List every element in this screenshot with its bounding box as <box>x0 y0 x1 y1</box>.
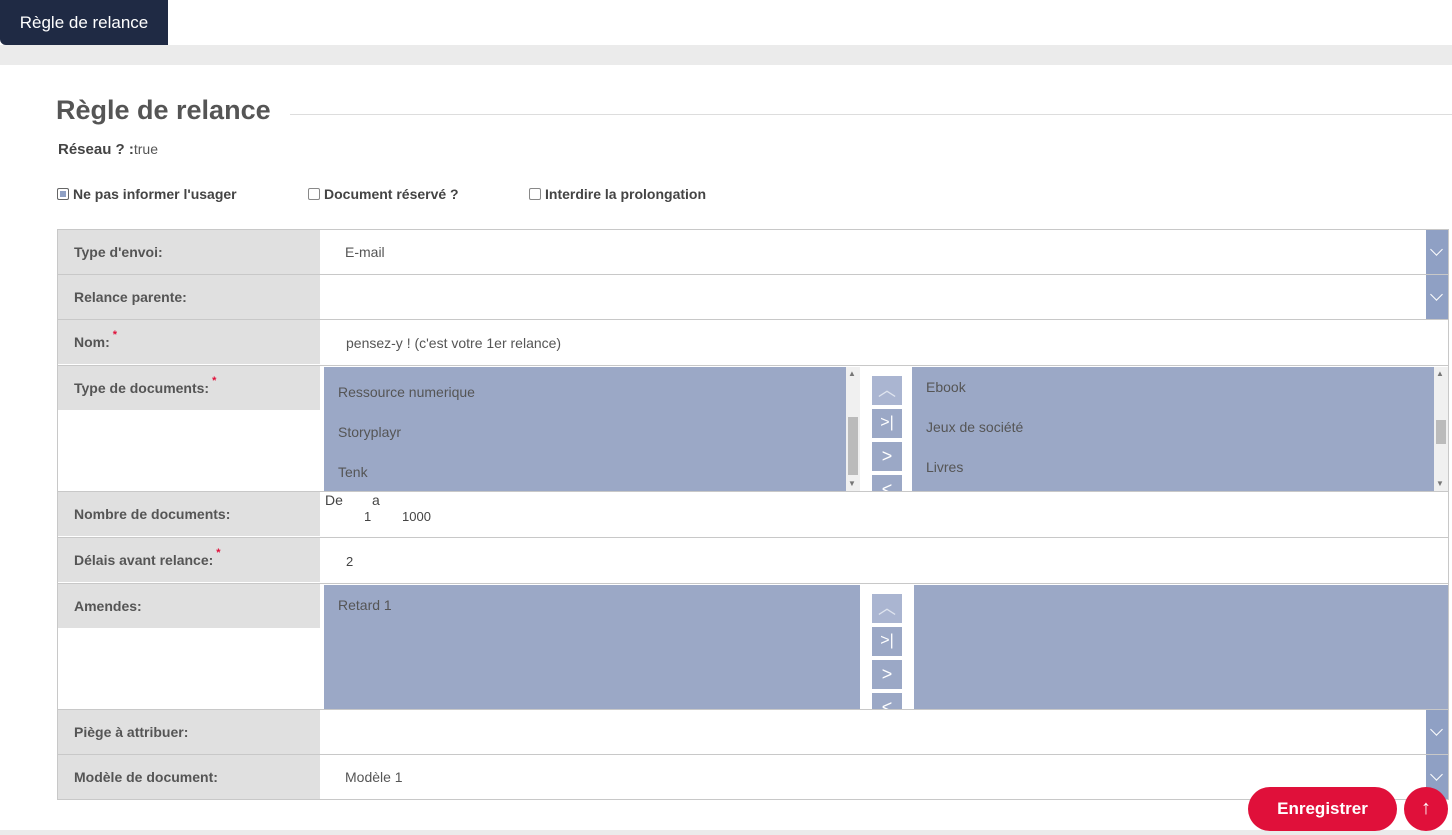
tab-regle-de-relance[interactable]: Règle de relance <box>0 0 168 45</box>
chevron-down-icon[interactable] <box>1426 230 1448 274</box>
list-item[interactable]: Ressource numerique <box>338 384 475 400</box>
reseau-value: true <box>133 141 158 157</box>
relance-parente-label: Relance parente: <box>58 275 320 319</box>
reseau-info: Réseau ? :true <box>58 141 158 158</box>
title-divider <box>290 114 1452 115</box>
chevron-left-icon[interactable]: < <box>872 475 902 491</box>
list-item[interactable]: Jeux de société <box>926 419 1023 435</box>
de-input[interactable]: 1 <box>364 509 371 524</box>
delais-label: Délais avant relance: * <box>58 538 320 582</box>
chevron-left-icon[interactable]: < <box>872 693 902 709</box>
transfer-buttons: ︿ >| > < <box>872 594 902 709</box>
available-document-types-list[interactable]: Ressource numerique Storyplayr Tenk ▲ ▼ <box>324 367 860 491</box>
move-all-right-icon[interactable]: >| <box>872 409 902 438</box>
chevron-right-icon[interactable]: > <box>872 660 902 689</box>
list-item[interactable]: Tenk <box>338 464 368 480</box>
a-input[interactable]: 1000 <box>402 509 431 524</box>
list-item[interactable]: Storyplayr <box>338 424 401 440</box>
scroll-up-icon[interactable]: ▲ <box>848 369 856 379</box>
reseau-label: Réseau ? : <box>58 141 134 158</box>
row-amendes: Amendes: Retard 1 ︿ >| > < <box>58 584 1448 710</box>
checkbox-label: Document réservé ? <box>324 186 459 202</box>
chevron-down-icon[interactable] <box>1426 710 1448 754</box>
top-bar <box>0 45 1452 65</box>
checkbox-interdire-prolongation[interactable]: Interdire la prolongation <box>529 186 706 202</box>
scroll-top-button[interactable]: ↑ <box>1404 787 1448 831</box>
checkbox-document-reserve[interactable]: Document réservé ? <box>308 186 459 202</box>
list-item[interactable]: Retard 1 <box>338 597 392 613</box>
chevron-down-icon[interactable] <box>1426 275 1448 319</box>
scrollbar-thumb[interactable] <box>1436 420 1446 444</box>
list-item[interactable]: Livres <box>926 459 963 475</box>
checkbox-icon[interactable] <box>529 188 541 200</box>
row-nom: Nom: * pensez-y ! (c'est votre 1er relanc… <box>58 320 1448 366</box>
scrollbar-thumb[interactable] <box>848 417 858 475</box>
relance-form: Type d'envoi: E-mail Relance parente: No… <box>57 229 1449 800</box>
transfer-buttons: ︿ >| > < <box>872 376 902 491</box>
a-label: a <box>372 492 380 508</box>
required-marker: * <box>216 547 221 559</box>
save-button[interactable]: Enregistrer <box>1248 787 1397 831</box>
row-delais: Délais avant relance: * 2 <box>58 538 1448 584</box>
delais-input[interactable]: 2 <box>346 554 353 569</box>
nombre-documents-label: Nombre de documents: <box>58 492 320 536</box>
row-type-documents: Type de documents: * Ressource numerique … <box>58 366 1448 492</box>
type-documents-label-text: Type de documents: <box>74 380 210 396</box>
scrollbar[interactable]: ▲ ▼ <box>846 367 860 491</box>
de-label: De <box>325 492 343 508</box>
row-relance-parente: Relance parente: <box>58 275 1448 320</box>
row-type-envoi: Type d'envoi: E-mail <box>58 230 1448 275</box>
scroll-down-icon[interactable]: ▼ <box>848 479 856 489</box>
required-marker: * <box>112 329 118 341</box>
scroll-up-icon[interactable]: ▲ <box>1436 369 1444 379</box>
selected-document-types-list[interactable]: Ebook Jeux de société Livres ▲ ▼ <box>912 367 1448 491</box>
available-amendes-list[interactable]: Retard 1 <box>324 585 860 709</box>
arrow-up-icon: ↑ <box>1421 797 1431 819</box>
row-piege: Piège à attribuer: <box>58 710 1448 755</box>
move-all-right-icon[interactable]: >| <box>872 627 902 656</box>
checkbox-label: Ne pas informer l'usager <box>73 186 237 202</box>
nom-input[interactable]: pensez-y ! (c'est votre 1er relance) <box>346 335 561 351</box>
delais-label-text: Délais avant relance: <box>74 552 214 568</box>
chevron-right-icon[interactable]: > <box>872 442 902 471</box>
chevron-up-icon[interactable]: ︿ <box>872 376 902 405</box>
required-marker: * <box>212 375 217 387</box>
checkbox-ne-pas-informer[interactable]: Ne pas informer l'usager <box>57 186 237 202</box>
scroll-down-icon[interactable]: ▼ <box>1436 479 1444 489</box>
checkbox-icon[interactable] <box>57 188 69 200</box>
row-modele: Modèle de document: Modèle 1 <box>58 755 1448 799</box>
checkbox-icon[interactable] <box>308 188 320 200</box>
chevron-up-icon[interactable]: ︿ <box>872 594 902 623</box>
bottom-divider <box>0 830 1452 835</box>
checkbox-label: Interdire la prolongation <box>545 186 707 202</box>
piege-label: Piège à attribuer: <box>58 710 320 754</box>
type-documents-label: Type de documents: * <box>58 366 320 410</box>
nom-label-text: Nom: <box>74 334 110 350</box>
row-nombre-documents: Nombre de documents: De a 1 1000 <box>58 492 1448 538</box>
scrollbar[interactable]: ▲ ▼ <box>1434 367 1448 491</box>
selected-amendes-list[interactable] <box>914 585 1448 709</box>
modele-label: Modèle de document: <box>58 755 320 799</box>
modele-select[interactable]: Modèle 1 <box>345 769 403 785</box>
page-title: Règle de relance <box>56 95 271 125</box>
amendes-label: Amendes: <box>58 584 320 628</box>
type-envoi-label: Type d'envoi: <box>58 230 320 274</box>
list-item[interactable]: Ebook <box>926 379 966 395</box>
type-envoi-select[interactable]: E-mail <box>345 244 385 260</box>
nom-label: Nom: * <box>58 320 320 364</box>
